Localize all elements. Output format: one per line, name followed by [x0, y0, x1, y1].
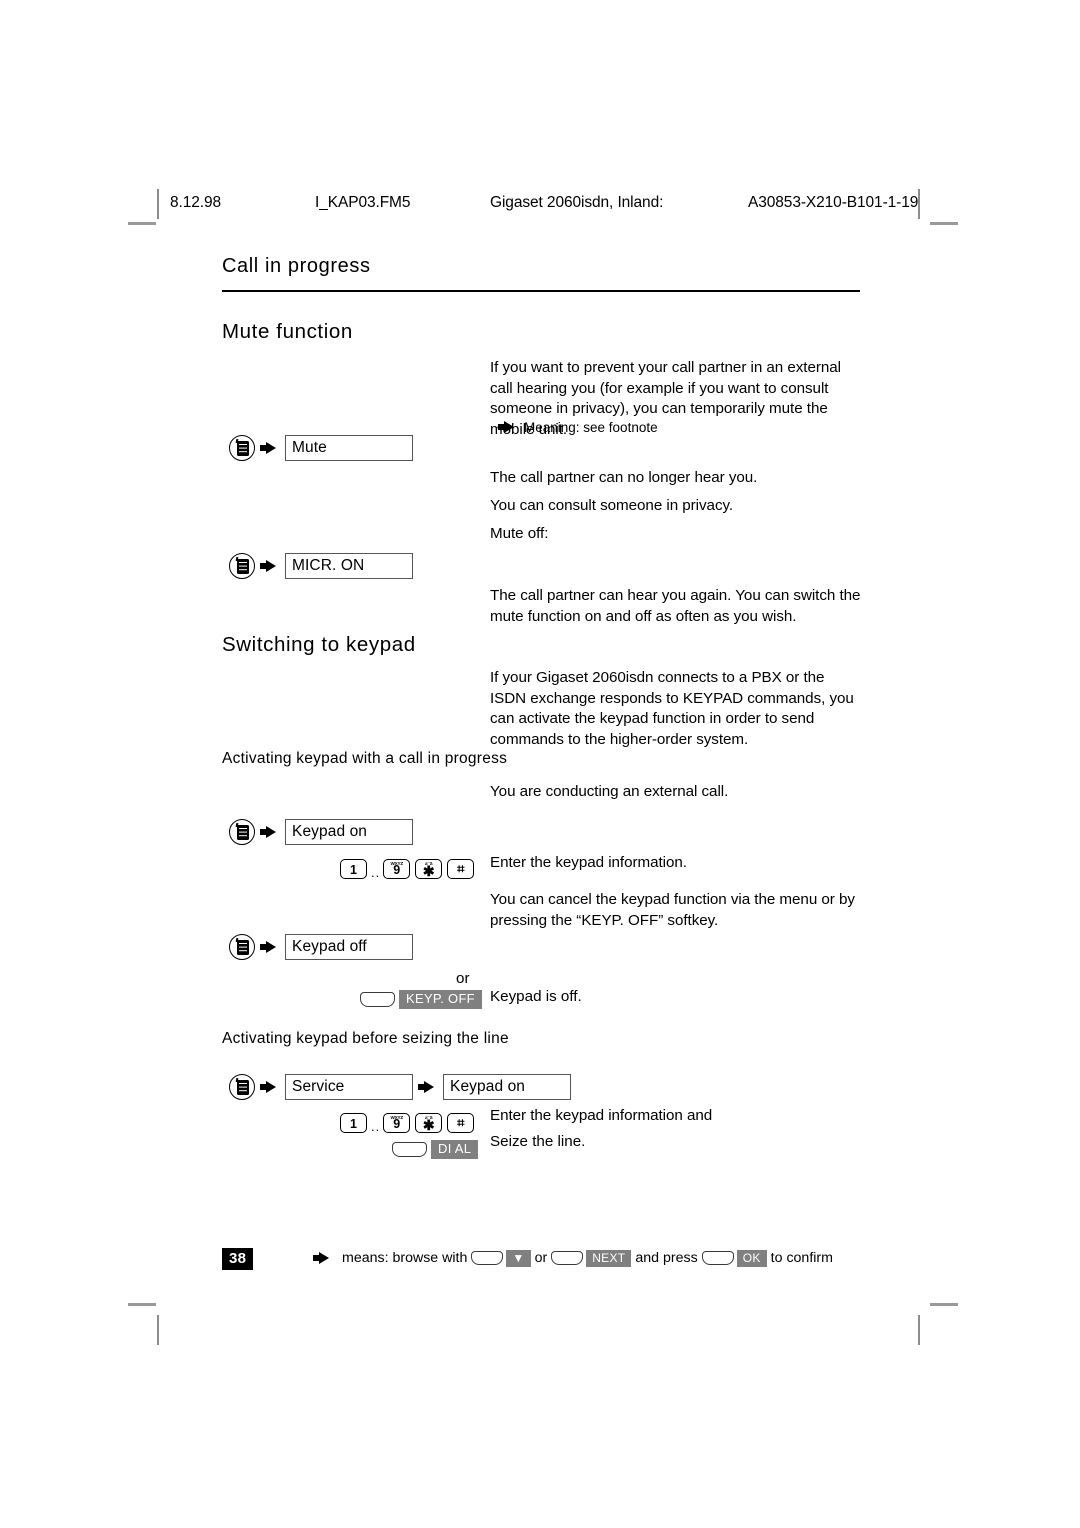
step-keypad-off[interactable]: Keypad off [229, 934, 413, 960]
or-separator: or [456, 970, 470, 987]
key-star-digit: ✱ [422, 863, 435, 879]
softkey-keyp-off-label[interactable]: KEYP. OFF [399, 989, 482, 1009]
crop-mark-top-left-h [128, 222, 156, 225]
page-title: Call in progress [222, 255, 371, 277]
header-doc-code: A30853-X210-B101-1-19 [748, 194, 919, 211]
heading-switching-to-keypad: Switching to keypad [222, 633, 416, 656]
softkey-ok-label[interactable]: OK [736, 1249, 767, 1267]
mute-off-label: Mute off: [490, 525, 549, 542]
key-1-digit: 1 [350, 1117, 357, 1131]
key-star-letters: a¨¨ä [425, 1114, 433, 1120]
softkey-button-icon[interactable] [551, 1251, 584, 1265]
keypad-intro-paragraph: If your Gigaset 2060isdn connects to a P… [490, 669, 854, 748]
key-1[interactable]: 1 [340, 859, 367, 879]
key-9-digit: 9 [393, 863, 401, 877]
step-micr-on[interactable]: MICR. ON [229, 553, 413, 579]
menu-item-mute[interactable]: Mute [285, 435, 413, 461]
keypad-is-off-text: Keypad is off. [490, 988, 582, 1005]
heading-mute-function: Mute function [222, 320, 353, 343]
mute-footnote-hint-text: Meaning: see footnote [524, 420, 658, 435]
softkey-button-icon[interactable] [471, 1251, 504, 1265]
legend-means-text: means: browse with [342, 1250, 468, 1266]
browse-arrow-icon [418, 1080, 438, 1094]
mute-result-2: You can consult someone in privacy. [490, 497, 734, 514]
mute-footnote-hint: Meaning: see footnote [498, 419, 658, 436]
softkey-dial[interactable]: DI AL [392, 1138, 479, 1160]
key-9-letters: WXYZ [390, 860, 403, 866]
subheading-activating-with-call: Activating keypad with a call in progres… [222, 750, 508, 767]
crop-mark-bottom-left [157, 1315, 159, 1345]
step-mute[interactable]: Mute [229, 435, 413, 461]
key-hash-digit: ⌗ [457, 861, 465, 876]
key-hash-digit: ⌗ [457, 1115, 465, 1130]
browse-arrow-icon [260, 940, 280, 954]
key-hash[interactable]: ⌗ [447, 859, 475, 879]
menu-key-icon[interactable] [229, 819, 255, 845]
softkey-dial-label[interactable]: DI AL [431, 1139, 479, 1159]
manual-page: 8.12.98 I_KAP03.FM5 Gigaset 2060isdn, In… [0, 0, 1080, 1528]
crop-mark-bottom-left-h [128, 1303, 156, 1306]
key-star-digit: ✱ [422, 1117, 435, 1133]
key-9-digit: 9 [393, 1117, 401, 1131]
header-doc-title: Gigaset 2060isdn, Inland: [490, 194, 664, 211]
menu-key-icon[interactable] [229, 553, 255, 579]
browse-arrow-icon [260, 825, 280, 839]
key-star[interactable]: a¨¨ä ✱ [415, 859, 443, 879]
crop-mark-top-left [157, 189, 159, 219]
page-number: 38 [222, 1248, 254, 1270]
key-star[interactable]: a¨¨ä ✱ [415, 1113, 443, 1133]
softkey-keyp-off[interactable]: KEYP. OFF [360, 988, 482, 1010]
micr-on-result: The call partner can hear you again. You… [490, 587, 861, 625]
step-service-keypad-on[interactable]: Service Keypad on [229, 1074, 571, 1100]
title-divider [222, 290, 860, 292]
mute-result-1: The call partner can no longer hear you. [490, 469, 758, 486]
browse-arrow-icon [313, 1251, 333, 1265]
browse-arrow-icon [260, 559, 280, 573]
seize-the-line-text: Seize the line. [490, 1133, 586, 1150]
crop-mark-bottom-right [918, 1315, 920, 1345]
subheading-activating-before-seizing: Activating keypad before seizing the lin… [222, 1030, 509, 1047]
keypad-keys-row-2: 1 .. WXYZ 9 a¨¨ä ✱ ⌗ [340, 1110, 479, 1136]
crop-mark-top-right-h [930, 222, 958, 225]
header-filename: I_KAP03.FM5 [315, 194, 411, 211]
running-header: 8.12.98 I_KAP03.FM5 Gigaset 2060isdn, In… [170, 194, 920, 214]
menu-item-keypad-on[interactable]: Keypad on [285, 819, 413, 845]
menu-key-icon[interactable] [229, 934, 255, 960]
menu-item-micr-on[interactable]: MICR. ON [285, 553, 413, 579]
step-keypad-on[interactable]: Keypad on [229, 819, 413, 845]
keypad-keys-row-1: 1 .. WXYZ 9 a¨¨ä ✱ ⌗ [340, 856, 479, 882]
enter-keypad-info-and: Enter the keypad information and [490, 1107, 713, 1124]
menu-item-keypad-on-2[interactable]: Keypad on [443, 1074, 571, 1100]
crop-mark-bottom-right-h [930, 1303, 958, 1306]
softkey-button-icon[interactable] [392, 1141, 427, 1157]
key-9-letters: WXYZ [390, 1114, 403, 1120]
menu-item-service[interactable]: Service [285, 1074, 413, 1100]
legend-or-text: or [534, 1250, 548, 1266]
menu-key-icon[interactable] [229, 1074, 255, 1100]
softkey-button-icon[interactable] [360, 991, 395, 1007]
menu-item-keypad-off[interactable]: Keypad off [285, 934, 413, 960]
key-1[interactable]: 1 [340, 1113, 367, 1133]
footer-legend: means: browse with ▼ or NEXT and press O… [313, 1246, 837, 1270]
legend-confirm-text: to confirm [770, 1250, 833, 1266]
key-9[interactable]: WXYZ 9 [383, 1113, 411, 1133]
header-date: 8.12.98 [170, 194, 222, 211]
keypad-precondition: You are conducting an external call. [490, 783, 729, 800]
key-hash[interactable]: ⌗ [447, 1113, 475, 1133]
browse-arrow-icon [260, 1080, 280, 1094]
keys-ellipsis: .. [371, 865, 381, 880]
cancel-keypad-paragraph: You can cancel the keypad function via t… [490, 891, 855, 929]
key-star-letters: a¨¨ä [425, 860, 433, 866]
legend-and-press-text: and press [635, 1250, 698, 1266]
softkey-button-icon[interactable] [701, 1251, 734, 1265]
menu-key-icon[interactable] [229, 435, 255, 461]
key-9[interactable]: WXYZ 9 [383, 859, 411, 879]
browse-arrow-icon [260, 441, 280, 455]
browse-arrow-icon [498, 420, 518, 434]
softkey-down-label[interactable]: ▼ [506, 1249, 531, 1267]
keys-ellipsis: .. [371, 1119, 381, 1134]
key-1-digit: 1 [350, 863, 357, 877]
softkey-next-label[interactable]: NEXT [586, 1249, 632, 1267]
enter-keypad-info: Enter the keypad information. [490, 854, 687, 871]
